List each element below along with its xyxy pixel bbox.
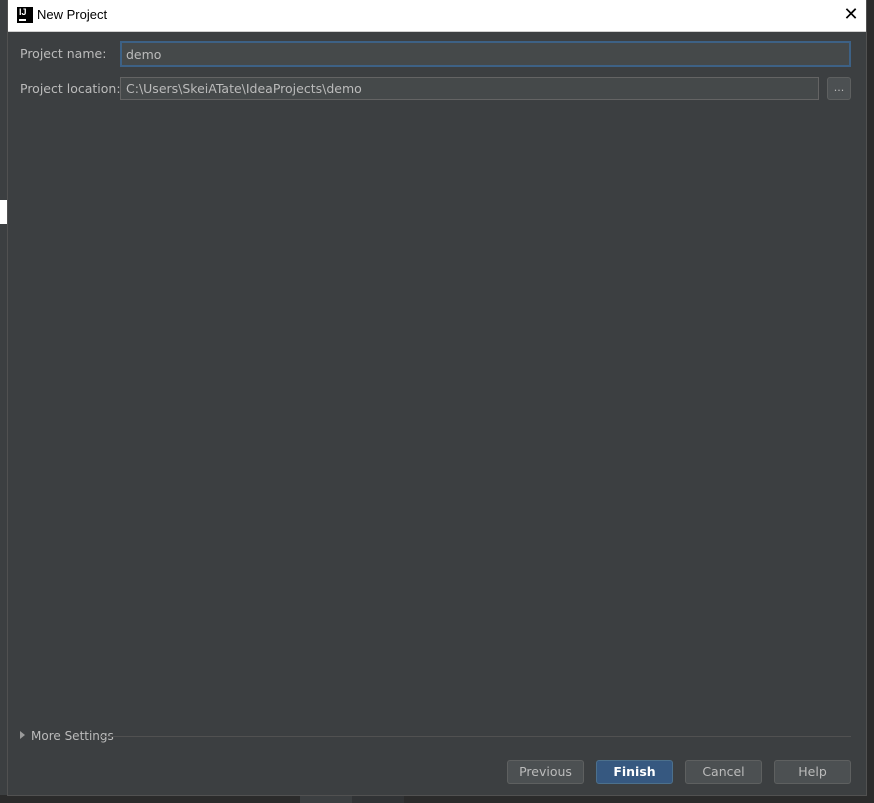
help-button[interactable]: Help (774, 760, 851, 784)
background-segment (300, 795, 352, 803)
more-settings-toggle[interactable]: More Settings (20, 729, 114, 745)
background-element (0, 200, 7, 224)
finish-button[interactable]: Finish (596, 760, 673, 784)
background-ide-strip (0, 0, 8, 803)
project-name-label: Project name: (20, 46, 107, 61)
browse-location-button[interactable]: ... (827, 77, 851, 100)
background-segment (404, 795, 874, 803)
cancel-button[interactable]: Cancel (685, 760, 762, 784)
previous-button[interactable]: Previous (507, 760, 584, 784)
background-bottom-strip (0, 795, 874, 803)
project-location-input[interactable] (120, 77, 819, 100)
intellij-idea-icon: IJ (17, 7, 33, 23)
background-segment (352, 795, 404, 803)
project-name-input[interactable] (120, 41, 851, 67)
close-button[interactable]: ✕ (836, 0, 866, 31)
settings-separator (101, 736, 851, 737)
triangle-right-icon (20, 731, 25, 739)
title-bar[interactable]: IJ New Project ✕ (8, 0, 866, 32)
close-icon: ✕ (843, 4, 859, 25)
project-location-label: Project location: (20, 81, 121, 96)
window-title: New Project (37, 7, 108, 22)
new-project-dialog: IJ New Project ✕ Project name: Project l… (8, 0, 866, 795)
